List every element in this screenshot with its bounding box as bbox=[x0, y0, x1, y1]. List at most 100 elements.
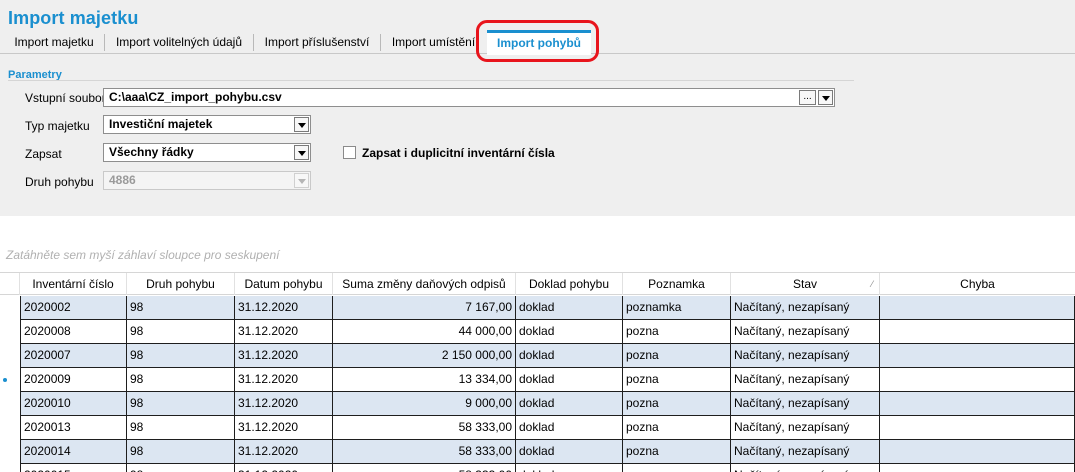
cell-doklad-pohybu[interactable]: doklad bbox=[516, 392, 623, 416]
cell-suma-zmeny[interactable]: 9 000,00 bbox=[333, 392, 516, 416]
cell-poznamka[interactable]: poznamka bbox=[623, 296, 731, 320]
cell-chyba[interactable] bbox=[880, 440, 1075, 464]
asset-type-select[interactable]: Investiční majetek bbox=[103, 115, 311, 134]
cell-chyba[interactable] bbox=[880, 296, 1075, 320]
column-header-chyba[interactable]: Chyba bbox=[880, 273, 1075, 295]
table-row[interactable]: 2020007 98 31.12.2020 2 150 000,00 doklad poz… bbox=[0, 344, 1075, 368]
write-value: Všechny řádky bbox=[109, 145, 194, 159]
cell-doklad-pohybu[interactable]: doklad bbox=[516, 416, 623, 440]
cell-druh-pohybu[interactable]: 98 bbox=[127, 320, 235, 344]
tab-import-prislusenstvi[interactable]: Import příslušenství bbox=[254, 30, 380, 54]
column-header-druh-pohybu[interactable]: Druh pohybu bbox=[127, 273, 235, 295]
cell-inventarni-cislo[interactable]: 2020009 bbox=[20, 368, 127, 392]
input-file-field[interactable]: C:\aaa\CZ_import_pohybu.csv ... bbox=[103, 88, 835, 107]
cell-doklad-pohybu[interactable]: doklad bbox=[516, 464, 623, 472]
table-row[interactable]: 2020009 98 31.12.2020 13 334,00 doklad pozna N… bbox=[0, 368, 1075, 392]
cell-poznamka[interactable]: pozna bbox=[623, 392, 731, 416]
cell-chyba[interactable] bbox=[880, 368, 1075, 392]
group-by-hint[interactable]: Zatáhněte sem myší záhlaví sloupce pro s… bbox=[6, 248, 279, 262]
cell-doklad-pohybu[interactable]: doklad bbox=[516, 320, 623, 344]
cell-suma-zmeny[interactable]: 58 333,00 bbox=[333, 440, 516, 464]
cell-poznamka[interactable]: pozna bbox=[623, 368, 731, 392]
column-header-stav[interactable]: Stav ⁄ bbox=[731, 273, 880, 295]
write-label: Zapsat bbox=[25, 147, 62, 161]
cell-stav[interactable]: Načítaný, nezapísaný bbox=[731, 296, 880, 320]
cell-suma-zmeny[interactable]: 2 150 000,00 bbox=[333, 344, 516, 368]
column-header-suma-zmeny[interactable]: Suma změny daňových odpisů bbox=[333, 273, 516, 295]
cell-poznamka[interactable]: pozna bbox=[623, 416, 731, 440]
cell-suma-zmeny[interactable]: 58 333,00 bbox=[333, 416, 516, 440]
table-row[interactable]: 2020002 98 31.12.2020 7 167,00 doklad poznamk… bbox=[0, 296, 1075, 320]
cell-inventarni-cislo[interactable]: 2020007 bbox=[20, 344, 127, 368]
column-header-stav-label: Stav bbox=[792, 277, 817, 291]
cell-inventarni-cislo[interactable]: 2020010 bbox=[20, 392, 127, 416]
cell-stav[interactable]: Načítaný, nezapísaný bbox=[731, 440, 880, 464]
column-header-datum-pohybu[interactable]: Datum pohybu bbox=[235, 273, 333, 295]
table-row[interactable]: 2020013 98 31.12.2020 58 333,00 doklad pozna N… bbox=[0, 416, 1075, 440]
cell-chyba[interactable] bbox=[880, 392, 1075, 416]
cell-chyba[interactable] bbox=[880, 344, 1075, 368]
column-header-doklad-pohybu[interactable]: Doklad pohybu bbox=[516, 273, 623, 295]
cell-poznamka[interactable]: pozna bbox=[623, 464, 731, 472]
cell-datum-pohybu[interactable]: 31.12.2020 bbox=[235, 464, 333, 472]
grid-header: Inventární číslo Druh pohybu Datum pohyb… bbox=[0, 272, 1075, 295]
chevron-down-icon[interactable] bbox=[294, 117, 309, 132]
cell-datum-pohybu[interactable]: 31.12.2020 bbox=[235, 416, 333, 440]
cell-chyba[interactable] bbox=[880, 464, 1075, 472]
cell-stav[interactable]: Načítaný, nezapísaný bbox=[731, 416, 880, 440]
cell-doklad-pohybu[interactable]: doklad bbox=[516, 296, 623, 320]
cell-datum-pohybu[interactable]: 31.12.2020 bbox=[235, 320, 333, 344]
cell-suma-zmeny[interactable]: 7 167,00 bbox=[333, 296, 516, 320]
cell-doklad-pohybu[interactable]: doklad bbox=[516, 368, 623, 392]
movement-type-select: 4886 bbox=[103, 171, 311, 190]
tab-import-pohybu[interactable]: Import pohybů bbox=[487, 30, 591, 55]
tab-import-majetku[interactable]: Import majetku bbox=[4, 30, 104, 54]
cell-stav[interactable]: Načítaný, nezapísaný bbox=[731, 344, 880, 368]
table-row[interactable]: 2020008 98 31.12.2020 44 000,00 doklad pozna N… bbox=[0, 320, 1075, 344]
cell-poznamka[interactable]: pozna bbox=[623, 344, 731, 368]
cell-stav[interactable]: Načítaný, nezapísaný bbox=[731, 464, 880, 472]
cell-inventarni-cislo[interactable]: 2020015 bbox=[20, 464, 127, 472]
cell-poznamka[interactable]: pozna bbox=[623, 320, 731, 344]
tab-import-volitelnych-udaju[interactable]: Import volitelných údajů bbox=[105, 30, 253, 54]
cell-poznamka[interactable]: pozna bbox=[623, 440, 731, 464]
table-row[interactable]: 20200159831.12.202058 333,00dokladpoznaN… bbox=[0, 464, 1075, 472]
cell-suma-zmeny[interactable]: 44 000,00 bbox=[333, 320, 516, 344]
cell-inventarni-cislo[interactable]: 2020002 bbox=[20, 296, 127, 320]
chevron-down-icon[interactable] bbox=[294, 145, 309, 160]
tab-import-umisteni[interactable]: Import umístění bbox=[381, 30, 486, 54]
column-header-inventarni-cislo[interactable]: Inventární číslo bbox=[20, 273, 127, 295]
cell-datum-pohybu[interactable]: 31.12.2020 bbox=[235, 296, 333, 320]
cell-datum-pohybu[interactable]: 31.12.2020 bbox=[235, 368, 333, 392]
cell-datum-pohybu[interactable]: 31.12.2020 bbox=[235, 344, 333, 368]
column-header-poznamka[interactable]: Poznamka bbox=[623, 273, 731, 295]
cell-datum-pohybu[interactable]: 31.12.2020 bbox=[235, 392, 333, 416]
cell-druh-pohybu[interactable]: 98 bbox=[127, 392, 235, 416]
table-row[interactable]: 2020010 98 31.12.2020 9 000,00 doklad pozna Na… bbox=[0, 392, 1075, 416]
cell-doklad-pohybu[interactable]: doklad bbox=[516, 344, 623, 368]
cell-chyba[interactable] bbox=[880, 320, 1075, 344]
cell-druh-pohybu[interactable]: 98 bbox=[127, 440, 235, 464]
cell-druh-pohybu[interactable]: 98 bbox=[127, 464, 235, 472]
cell-inventarni-cislo[interactable]: 2020014 bbox=[20, 440, 127, 464]
cell-datum-pohybu[interactable]: 31.12.2020 bbox=[235, 440, 333, 464]
cell-chyba[interactable] bbox=[880, 416, 1075, 440]
cell-doklad-pohybu[interactable]: doklad bbox=[516, 440, 623, 464]
cell-inventarni-cislo[interactable]: 2020013 bbox=[20, 416, 127, 440]
cell-stav[interactable]: Načítaný, nezapísaný bbox=[731, 368, 880, 392]
cell-druh-pohybu[interactable]: 98 bbox=[127, 344, 235, 368]
cell-stav[interactable]: Načítaný, nezapísaný bbox=[731, 392, 880, 416]
cell-inventarni-cislo[interactable]: 2020008 bbox=[20, 320, 127, 344]
chevron-down-icon[interactable] bbox=[818, 90, 833, 105]
cell-druh-pohybu[interactable]: 98 bbox=[127, 416, 235, 440]
page-title: Import majetku bbox=[8, 8, 139, 28]
cell-suma-zmeny[interactable]: 13 334,00 bbox=[333, 368, 516, 392]
cell-druh-pohybu[interactable]: 98 bbox=[127, 296, 235, 320]
cell-druh-pohybu[interactable]: 98 bbox=[127, 368, 235, 392]
table-row[interactable]: 2020014 98 31.12.2020 58 333,00 doklad pozna N… bbox=[0, 440, 1075, 464]
browse-button[interactable]: ... bbox=[799, 90, 816, 105]
cell-suma-zmeny[interactable]: 58 333,00 bbox=[333, 464, 516, 472]
duplicate-checkbox[interactable] bbox=[343, 146, 356, 159]
write-select[interactable]: Všechny řádky bbox=[103, 143, 311, 162]
cell-stav[interactable]: Načítaný, nezapísaný bbox=[731, 320, 880, 344]
